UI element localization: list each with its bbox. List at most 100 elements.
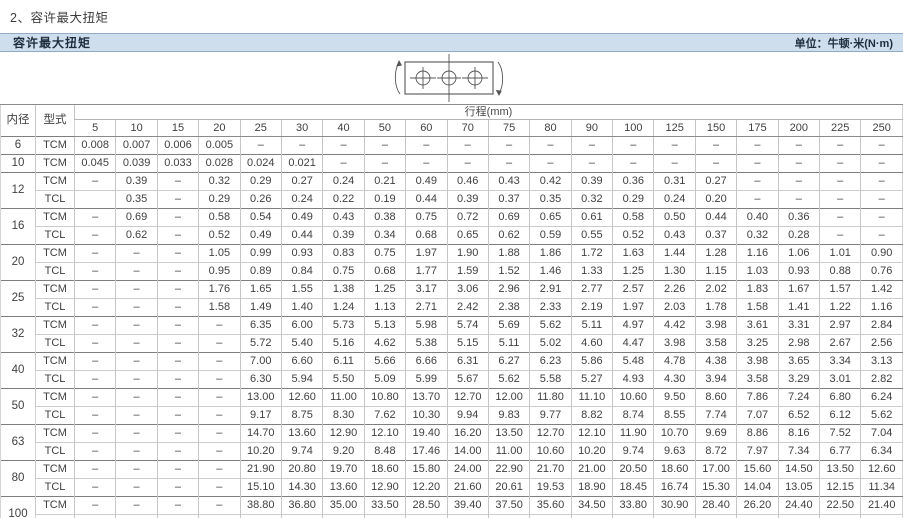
torque-value-cell: 7.34 (778, 443, 819, 461)
max-torque-table: 内径 型式 行程(mm) 510152025304050607075809010… (0, 104, 903, 518)
torque-value-cell: 18.60 (364, 461, 405, 479)
torque-value-cell: 25.56 (695, 515, 736, 518)
bore-cell: 50 (1, 389, 36, 425)
stroke-header-70: 70 (447, 120, 488, 137)
torque-value-cell: 3.13 (861, 353, 903, 371)
torque-value-cell: 3.06 (447, 281, 488, 299)
torque-value-cell: 6.66 (406, 353, 447, 371)
stroke-header-225: 225 (820, 120, 861, 137)
torque-value-cell: 26.20 (737, 497, 778, 515)
torque-value-cell: 13.50 (488, 425, 529, 443)
torque-value-cell: 4.42 (654, 317, 695, 335)
torque-value-cell: 1.72 (571, 245, 612, 263)
torque-value-cell: 1.13 (364, 299, 405, 317)
torque-value-cell: – (75, 371, 116, 389)
torque-value-cell: 3.94 (695, 371, 736, 389)
torque-value-cell: 14.50 (778, 461, 819, 479)
table-row-bore-25-tcl: TCL–––1.581.491.401.241.132.712.422.382.… (1, 299, 903, 317)
torque-value-cell: 3.01 (820, 371, 861, 389)
torque-value-cell: 5.72 (240, 335, 281, 353)
torque-value-cell: 2.77 (571, 281, 612, 299)
torque-value-cell: 18.60 (654, 461, 695, 479)
torque-value-cell: 9.17 (240, 407, 281, 425)
torque-value-cell: – (157, 173, 198, 191)
header-row-stroke-label: 内径 型式 行程(mm) (1, 105, 903, 120)
torque-value-cell: – (75, 299, 116, 317)
torque-value-cell: 0.52 (199, 227, 240, 245)
torque-value-cell: – (157, 263, 198, 281)
torque-value-cell: 25.65 (406, 515, 447, 518)
torque-value-cell: 12.20 (406, 479, 447, 497)
type-cell: TCL (36, 191, 75, 209)
torque-value-cell: – (75, 227, 116, 245)
torque-value-cell: – (116, 371, 157, 389)
torque-value-cell: – (613, 155, 654, 173)
table-row-bore-20-tcm: 20TCM–––1.050.990.930.830.751.971.901.88… (1, 245, 903, 263)
torque-value-cell: 9.77 (530, 407, 571, 425)
torque-value-cell: 2.03 (654, 299, 695, 317)
torque-value-cell: 6.11 (323, 353, 364, 371)
torque-value-cell: 2.67 (820, 335, 861, 353)
torque-diagram-container (0, 52, 903, 104)
torque-value-cell: – (613, 137, 654, 155)
torque-value-cell: 0.028 (199, 155, 240, 173)
torque-value-cell: 0.65 (447, 227, 488, 245)
torque-value-cell: 10.60 (613, 389, 654, 407)
torque-value-cell: 1.25 (613, 263, 654, 281)
torque-value-cell: – (281, 137, 322, 155)
torque-value-cell: – (861, 137, 903, 155)
torque-value-cell: 0.62 (116, 227, 157, 245)
torque-value-cell: – (116, 335, 157, 353)
torque-value-cell: 7.00 (240, 353, 281, 371)
torque-value-cell: 10.80 (364, 389, 405, 407)
table-row-bore-40-tcl: TCL––––6.305.945.505.095.995.675.625.585… (1, 371, 903, 389)
torque-value-cell: 5.11 (571, 317, 612, 335)
torque-value-cell: 5.09 (364, 371, 405, 389)
torque-value-cell: 3.58 (737, 371, 778, 389)
torque-value-cell: 0.35 (530, 191, 571, 209)
torque-value-cell: 0.99 (240, 245, 281, 263)
torque-value-cell: – (737, 191, 778, 209)
torque-value-cell: – (820, 227, 861, 245)
bore-cell: 20 (1, 245, 36, 281)
torque-value-cell: – (199, 515, 240, 518)
bore-cell: 80 (1, 461, 36, 497)
torque-value-cell: 2.57 (613, 281, 654, 299)
torque-value-cell: 5.62 (530, 317, 571, 335)
torque-value-cell: – (199, 497, 240, 515)
torque-value-cell: 6.27 (488, 353, 529, 371)
torque-diagram (377, 53, 527, 103)
torque-value-cell: 21.90 (240, 461, 281, 479)
torque-value-cell: 1.86 (530, 245, 571, 263)
torque-value-cell: 9.83 (488, 407, 529, 425)
torque-value-cell: – (199, 443, 240, 461)
torque-value-cell: – (75, 173, 116, 191)
torque-value-cell: 12.70 (530, 425, 571, 443)
bore-cell: 12 (1, 173, 36, 209)
torque-value-cell: 0.42 (530, 173, 571, 191)
torque-value-cell: – (778, 155, 819, 173)
torque-value-cell: 21.60 (447, 479, 488, 497)
torque-value-cell: – (778, 137, 819, 155)
stroke-header-125: 125 (654, 120, 695, 137)
torque-value-cell: 21.00 (571, 461, 612, 479)
torque-value-cell: 1.22 (820, 299, 861, 317)
torque-value-cell: 0.65 (530, 209, 571, 227)
stroke-header-20: 20 (199, 120, 240, 137)
torque-value-cell: 0.39 (447, 191, 488, 209)
torque-value-cell: 33.50 (364, 497, 405, 515)
torque-value-cell: 1.58 (737, 299, 778, 317)
torque-value-cell: – (654, 137, 695, 155)
torque-value-cell: 0.84 (281, 263, 322, 281)
torque-value-cell: 6.00 (281, 317, 322, 335)
torque-value-cell: – (157, 335, 198, 353)
torque-value-cell: – (199, 389, 240, 407)
torque-value-cell: 0.039 (116, 155, 157, 173)
torque-value-cell: 0.045 (75, 155, 116, 173)
torque-value-cell: 2.96 (488, 281, 529, 299)
torque-value-cell: 3.98 (737, 353, 778, 371)
torque-value-cell: – (157, 425, 198, 443)
torque-value-cell: 0.007 (116, 137, 157, 155)
torque-value-cell: 1.33 (571, 263, 612, 281)
torque-value-cell: 32.04 (530, 515, 571, 518)
